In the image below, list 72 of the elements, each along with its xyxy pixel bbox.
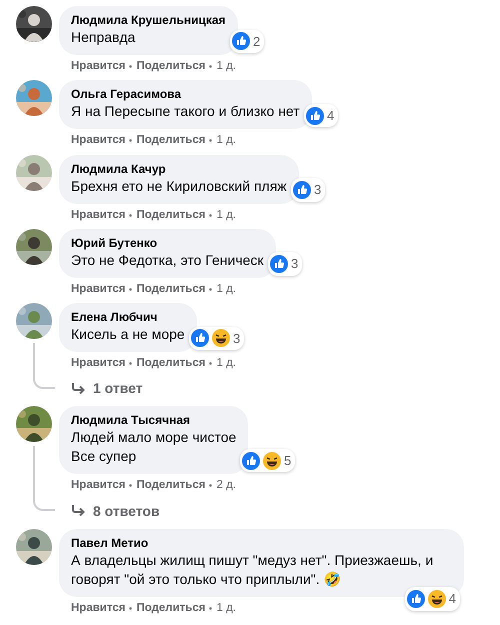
timestamp: 1 д. [216,282,236,297]
like-link[interactable]: Нравится [71,600,126,617]
thread-line [33,343,55,388]
share-link[interactable]: Поделиться [136,58,206,76]
timestamp: 1 д. [216,208,236,222]
like-link[interactable]: Нравится [71,477,126,494]
thread-line [33,446,55,511]
replies-link[interactable]: 1 ответ [59,372,500,402]
like-link[interactable]: Нравится [71,58,126,76]
laughing-face-icon [428,590,446,608]
like-icon [232,32,250,50]
like-link[interactable]: Нравится [71,280,126,298]
comment-text: Брехня ето не Кириловский пляж [71,176,287,196]
separator-dot-icon [209,65,212,68]
reaction-count[interactable]: 5 [240,448,296,472]
share-link[interactable]: Поделиться [136,206,206,224]
comment-text: А владельцы жилищ пишут "медуз нет". Приезжаешь, и говорят "ой это только что приплыли". 🤣 [71,550,434,588]
timestamp: 2 д. [216,478,236,494]
share-link[interactable]: Поделиться [136,132,206,150]
comment-text: Кисель а не море [71,325,185,344]
author-name[interactable]: Юрий Бутенко [71,236,264,251]
separator-dot-icon [129,484,132,488]
like-link[interactable]: Нравится [71,355,126,372]
share-link[interactable]: Поделиться [136,355,206,372]
laughing-face-icon [263,452,281,470]
author-name[interactable]: Елена Любчич [71,310,185,325]
author-name[interactable]: Людмила Тысячная [71,413,236,428]
reaction-count[interactable]: 2 [230,30,264,53]
separator-dot-icon [129,214,132,217]
separator-dot-icon [209,606,212,610]
like-icon [406,590,425,608]
separator-dot-icon [209,362,212,366]
reaction-count[interactable]: 4 [304,104,338,128]
author-name[interactable]: Павел Метио [71,536,452,550]
timestamp: 1 д. [216,600,236,616]
comment-text: Неправда [71,28,136,47]
reaction-count[interactable]: 3 [268,252,302,276]
reply-arrow-icon [71,505,85,517]
replies-link[interactable]: 8 ответов [59,494,500,524]
share-link[interactable]: Поделиться [136,280,206,298]
reaction-count[interactable]: 3 [189,326,244,350]
separator-dot-icon [129,65,132,68]
separator-dot-icon [129,139,132,142]
separator-dot-icon [209,214,212,217]
like-icon [191,329,209,348]
like-icon [293,180,311,199]
timestamp: 1 д. [216,59,236,74]
comment-text: Людей мало море чистое Все супер [71,428,236,466]
like-icon [242,452,260,470]
like-icon [270,255,288,273]
comment-text: Я на Пересыпе такого и близко нет [71,102,300,122]
share-link[interactable]: Поделиться [136,600,206,617]
laughing-face-icon [212,329,230,348]
separator-dot-icon [209,139,212,142]
author-name[interactable]: Людмила Качур [71,162,287,176]
like-link[interactable]: Нравится [71,132,126,150]
comment-text: Это не Федотка, это Геническ [71,250,264,270]
separator-dot-icon [129,288,132,291]
separator-dot-icon [129,606,132,610]
share-link[interactable]: Поделиться [136,477,206,494]
author-name[interactable]: Ольга Герасимова [71,87,300,102]
timestamp: 1 д. [216,356,236,371]
separator-dot-icon [209,288,212,291]
reply-arrow-icon [71,382,85,395]
reaction-count[interactable]: 4 [404,587,460,610]
like-icon [306,106,324,124]
author-name[interactable]: Людмила Крушельницкая [71,13,226,28]
timestamp: 1 д. [216,133,236,148]
separator-dot-icon [209,484,212,488]
like-link[interactable]: Нравится [71,206,126,224]
reaction-count[interactable]: 3 [291,178,326,202]
separator-dot-icon [129,362,132,366]
